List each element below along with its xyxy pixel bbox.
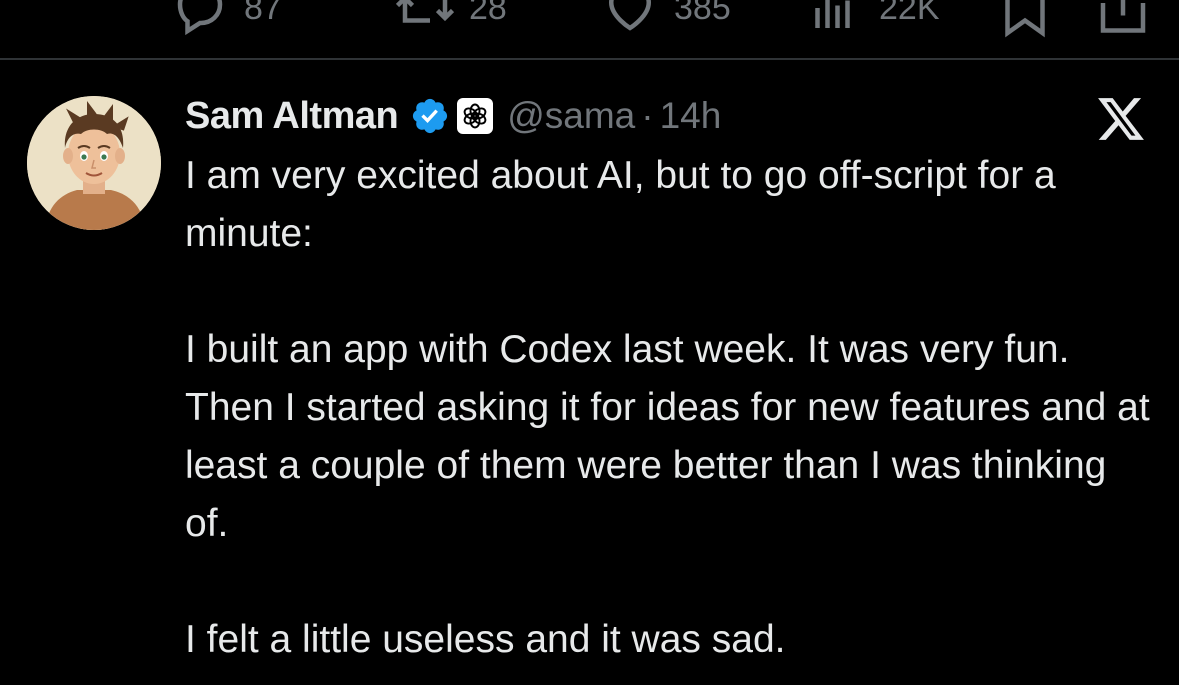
- verified-badge-icon[interactable]: [410, 96, 450, 136]
- author-handle[interactable]: @sama: [507, 95, 635, 137]
- retweet-button[interactable]: 28: [395, 0, 507, 38]
- tweet-paragraph: I felt a little useless and it was sad.: [185, 618, 786, 661]
- retweet-count: 28: [469, 0, 507, 27]
- retweet-icon: [395, 0, 455, 23]
- share-icon: [1100, 0, 1146, 33]
- bookmark-button[interactable]: [1000, 0, 1050, 38]
- x-logo-icon: [1098, 98, 1144, 140]
- views-icon: [815, 0, 850, 28]
- affiliate-badge[interactable]: [457, 98, 494, 134]
- like-button[interactable]: 385: [600, 0, 731, 38]
- bookmark-icon: [1005, 0, 1045, 38]
- header-separator: ·: [641, 95, 654, 136]
- author-display-name[interactable]: Sam Altman: [185, 95, 399, 138]
- avatar-illustration: [27, 96, 161, 230]
- reply-icon: [177, 0, 223, 36]
- tweet-divider: [0, 58, 1179, 60]
- views-count: 22K: [879, 0, 940, 27]
- previous-tweet-action-bar: 87 28 385 22K: [0, 0, 1179, 58]
- author-avatar[interactable]: [27, 96, 161, 230]
- openai-logo-icon: [463, 103, 487, 129]
- reply-button[interactable]: 87: [170, 0, 282, 38]
- views-button[interactable]: 22K: [805, 0, 940, 38]
- tweet-body: I am very excited about AI, but to go of…: [185, 147, 1155, 669]
- heart-icon: [608, 0, 652, 31]
- tweet-header: Sam Altman @sama · 14h: [185, 93, 721, 139]
- like-count: 385: [674, 0, 731, 27]
- tweet-timestamp[interactable]: 14h: [660, 95, 722, 137]
- share-button[interactable]: [1098, 0, 1148, 38]
- tweet-paragraph: I am very excited about AI, but to go of…: [185, 154, 1056, 255]
- tweet-paragraph: I built an app with Codex last week. It …: [185, 328, 1150, 545]
- reply-count: 87: [244, 0, 282, 27]
